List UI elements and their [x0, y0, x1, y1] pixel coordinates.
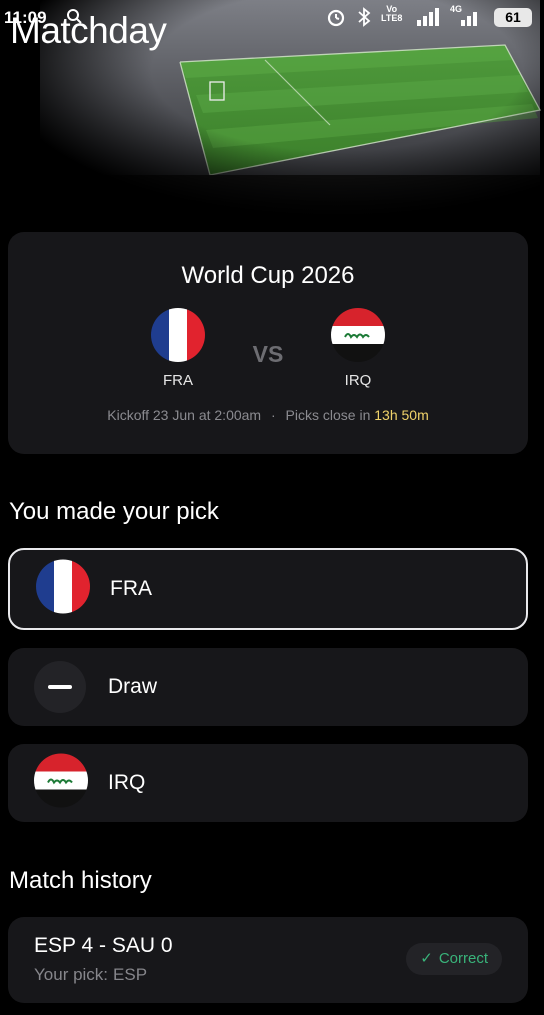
- pick-option-irq[interactable]: IRQ: [8, 744, 528, 822]
- signal-icon-2: [461, 12, 477, 26]
- volte-indicator: Vo LTE8: [381, 4, 403, 23]
- pick-option-label: Draw: [108, 675, 158, 698]
- iraq-flag-icon: [331, 308, 385, 362]
- competition-title: World Cup 2026: [181, 262, 355, 289]
- history-item[interactable]: ESP 4 - SAU 0 Your pick: ESP ✓ Correct: [8, 917, 528, 1003]
- kickoff-info: Kickoff 23 Jun at 2:00am · Picks close i…: [8, 407, 528, 423]
- pick-option-draw[interactable]: Draw: [8, 648, 528, 726]
- separator-dot: ·: [270, 407, 276, 423]
- result-badge: ✓ Correct: [406, 943, 502, 975]
- france-flag-icon: [151, 308, 205, 362]
- alarm-icon: [327, 9, 345, 27]
- pick-section-title: You made your pick: [9, 498, 219, 525]
- history-pick-value: ESP: [113, 965, 148, 984]
- france-flag-icon: [36, 559, 90, 614]
- signal-icon: [417, 8, 439, 26]
- history-pick: Your pick: ESP: [34, 965, 147, 985]
- vs-label: VS: [252, 341, 284, 367]
- bluetooth-icon: [358, 7, 371, 27]
- away-team: IRQ: [318, 308, 398, 389]
- away-team-code: IRQ: [344, 372, 372, 389]
- kickoff-time: Kickoff 23 Jun at 2:00am: [107, 407, 262, 423]
- hero-banner: 11:09 Vo LTE8 4G 61 Matchday: [0, 0, 544, 235]
- battery-indicator: 61: [494, 8, 532, 27]
- picks-close-countdown: 13h 50m: [374, 407, 429, 423]
- page-title: Matchday: [10, 10, 167, 51]
- home-team: FRA: [138, 308, 218, 389]
- history-score: ESP 4 - SAU 0: [34, 934, 173, 957]
- pick-option-label: IRQ: [108, 771, 146, 794]
- check-icon: ✓: [420, 950, 433, 967]
- result-label: Correct: [438, 950, 488, 967]
- minus-icon: [34, 661, 86, 713]
- picks-close-label: Picks close in: [285, 407, 371, 423]
- history-section-title: Match history: [9, 867, 152, 894]
- history-pick-label: Your pick:: [34, 965, 109, 984]
- match-card: World Cup 2026 FRA VS IRQ Kickoff 23 Jun…: [8, 232, 528, 454]
- pick-option-fra[interactable]: FRA: [8, 548, 528, 630]
- iraq-flag-icon: [34, 753, 88, 808]
- pick-option-label: FRA: [110, 577, 152, 600]
- home-team-code: FRA: [163, 372, 193, 389]
